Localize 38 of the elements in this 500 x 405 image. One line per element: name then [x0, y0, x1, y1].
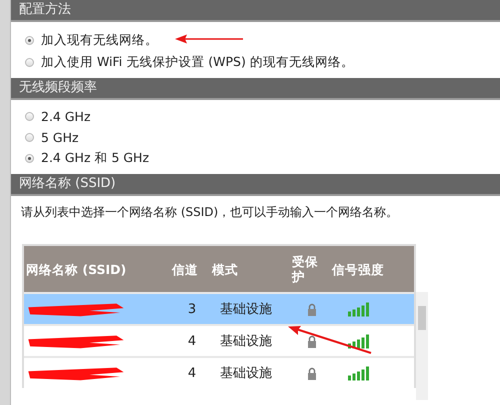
- signal-strength-icon: [348, 302, 370, 316]
- channel-cell-text: 4: [186, 366, 198, 380]
- scrollbar[interactable]: [416, 292, 428, 400]
- option-label: 2.4 GHz 和 5 GHz: [41, 150, 150, 166]
- option-label: 5 GHz: [41, 130, 79, 144]
- channel-cell-text: 4: [186, 334, 198, 348]
- network-row[interactable]: 4 基础设施: [24, 356, 414, 388]
- radio-option[interactable]: 加入使用 WiFi 无线保护设置 (WPS) 的现有无线网络。: [25, 52, 500, 72]
- signal-strength-icon: [348, 366, 370, 380]
- radio-button[interactable]: [25, 58, 34, 66]
- mode-cell-text: 基础设施: [219, 301, 273, 318]
- option-label: 加入现有无线网络。: [41, 32, 158, 48]
- section-header: 配置方法: [11, 0, 500, 22]
- radio-button[interactable]: [25, 112, 34, 120]
- radio-button[interactable]: [25, 36, 34, 44]
- section-header: 无线频段频率: [11, 78, 500, 100]
- annotation-arrow: [175, 34, 245, 44]
- network-row[interactable]: 4 基础设施: [24, 324, 414, 356]
- column-header: 模式: [212, 262, 239, 276]
- option-label: 2.4 GHz: [41, 108, 90, 124]
- column-header: 网络名称 (SSID): [25, 262, 128, 276]
- mode-cell-text: 基础设施: [219, 365, 273, 382]
- network-row[interactable]: 3 基础设施: [24, 292, 414, 324]
- section-header: 网络名称 (SSID): [11, 174, 500, 196]
- description-text: 请从列表中选择一个网络名称 (SSID)，也可以手动输入一个网络名称。: [20, 204, 400, 221]
- column-header: 信道: [172, 262, 199, 276]
- radio-button[interactable]: [25, 154, 34, 162]
- radio-option[interactable]: 5 GHz: [25, 127, 500, 147]
- column-header: 信号强度: [332, 262, 385, 276]
- mode-cell-text: 基础设施: [219, 333, 273, 350]
- radio-option[interactable]: 加入现有无线网络。: [25, 30, 500, 50]
- radio-option[interactable]: 2.4 GHz 和 5 GHz: [25, 148, 500, 168]
- signal-strength-icon: [348, 334, 370, 348]
- option-label: 加入使用 WiFi 无线保护设置 (WPS) 的现有无线网络。: [41, 54, 354, 70]
- radio-option[interactable]: 2.4 GHz: [25, 106, 500, 126]
- channel-cell-text: 3: [186, 302, 198, 316]
- column-header: 受保护: [292, 254, 319, 284]
- radio-button[interactable]: [25, 132, 34, 142]
